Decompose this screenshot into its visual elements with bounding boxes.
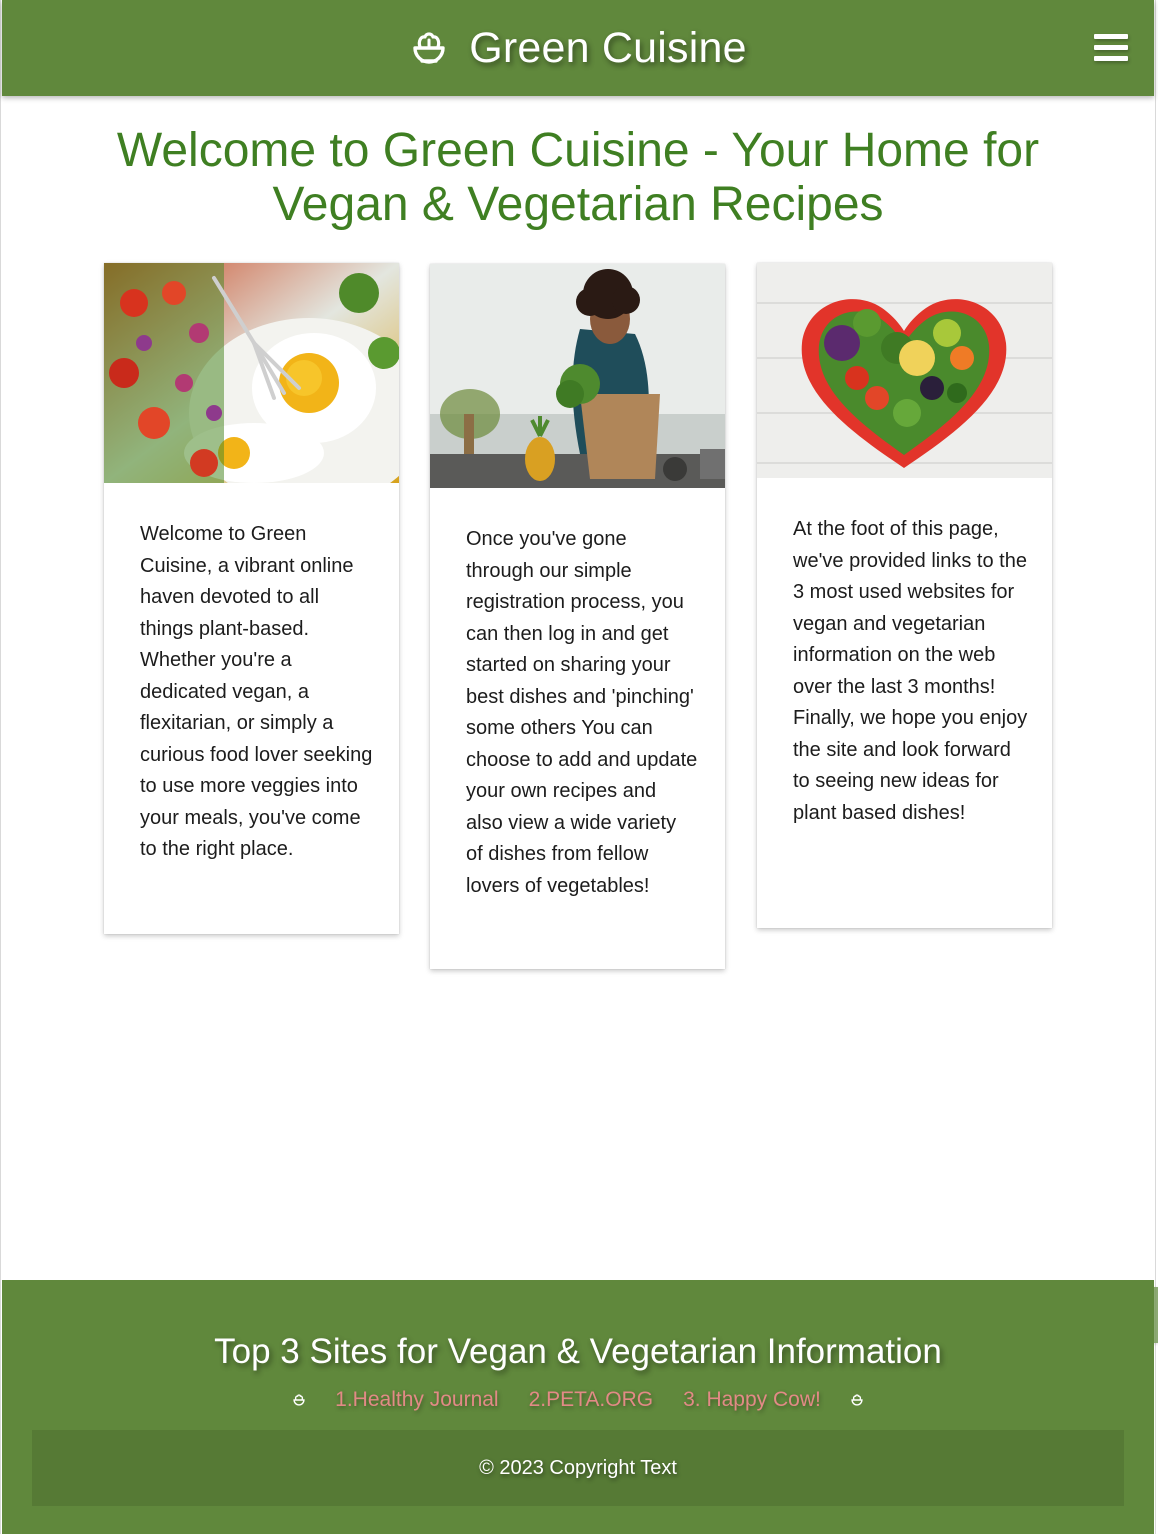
woman-unpacking-groceries-photo xyxy=(430,264,725,488)
card-text: Once you've gone through our simple regi… xyxy=(466,528,698,897)
footer-link-healthy-journal[interactable]: 1.Healthy Journal xyxy=(335,1388,498,1412)
heart-shaped-vegetable-plate-photo xyxy=(757,263,1052,478)
copyright-text: © 2023 Copyright Text xyxy=(479,1456,677,1479)
footer: Top 3 Sites for Vegan & Vegetarian Infor… xyxy=(2,1280,1154,1534)
info-card-registration: Once you've gone through our simple regi… xyxy=(430,264,725,969)
menu-bar xyxy=(1094,45,1128,50)
footer-link-happy-cow[interactable]: 3. Happy Cow! xyxy=(683,1388,821,1412)
navbar: Green Cuisine xyxy=(2,0,1154,96)
footer-link-peta[interactable]: 2.PETA.ORG xyxy=(529,1388,653,1412)
menu-bar xyxy=(1094,34,1128,39)
salad-bowl-icon xyxy=(293,1394,305,1406)
info-card-welcome: Welcome to Green Cuisine, a vibrant onli… xyxy=(104,263,399,934)
menu-bar xyxy=(1094,56,1128,61)
hamburger-menu-icon[interactable] xyxy=(1094,32,1128,62)
footer-links: 1.Healthy Journal 2.PETA.ORG 3. Happy Co… xyxy=(2,1384,1154,1416)
brand[interactable]: Green Cuisine xyxy=(2,0,1154,96)
card-text-line: Finally, we hope you enjoy the site and … xyxy=(793,707,1028,824)
salad-bowl-icon xyxy=(851,1394,863,1406)
vegetables-and-eggs-photo xyxy=(104,263,399,483)
page-title: Welcome to Green Cuisine - Your Home for… xyxy=(116,124,1040,231)
copyright-bar: © 2023 Copyright Text xyxy=(32,1430,1124,1506)
salad-bowl-icon xyxy=(413,32,445,64)
footer-title: Top 3 Sites for Vegan & Vegetarian Infor… xyxy=(214,1332,942,1371)
brand-name: Green Cuisine xyxy=(469,23,747,72)
info-card-links: At the foot of this page, we've provided… xyxy=(757,263,1052,928)
card-text: At the foot of this page, we've provided… xyxy=(793,514,1029,829)
card-text-line: At the foot of this page, we've provided… xyxy=(793,518,1027,698)
card-text: Welcome to Green Cuisine, a vibrant onli… xyxy=(140,523,373,860)
